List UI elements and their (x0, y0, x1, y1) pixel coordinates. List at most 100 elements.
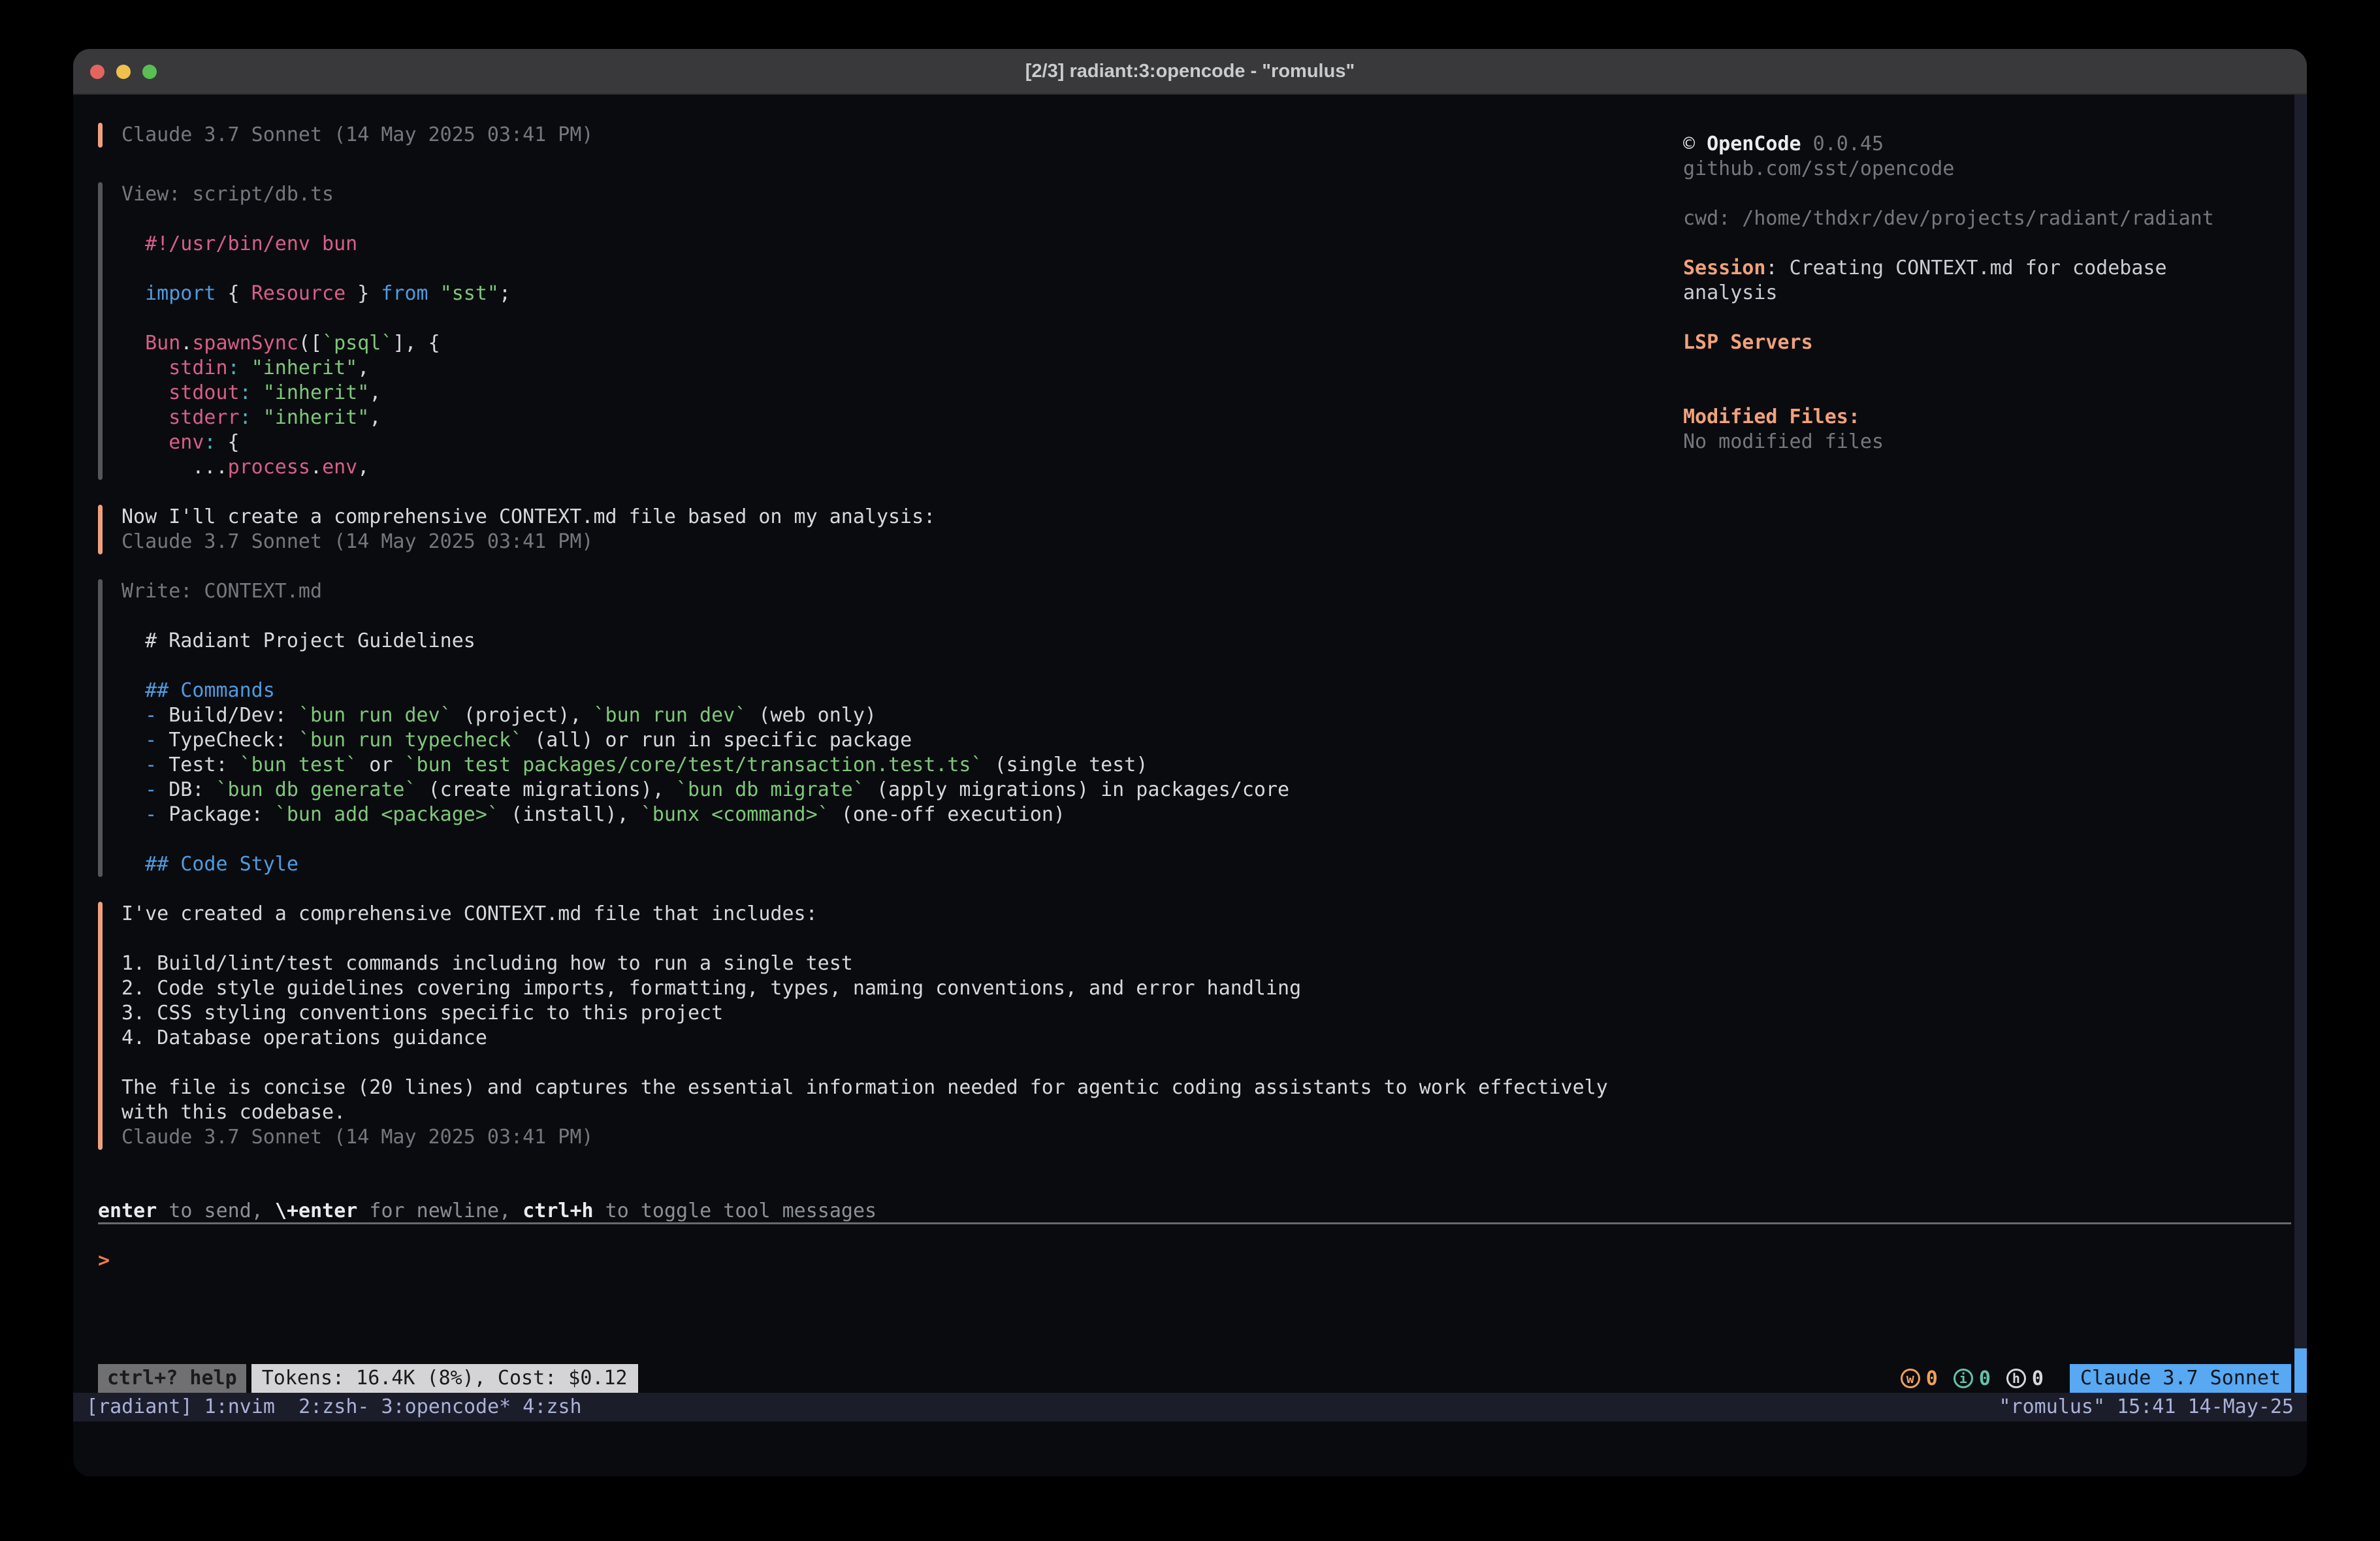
text-line (1683, 380, 2297, 405)
input-separator (98, 1222, 2291, 1224)
text-segment: } (346, 282, 381, 305)
text-segment: Resource (251, 282, 346, 305)
text-line: No modified files (1683, 430, 2297, 454)
text-line (121, 927, 1608, 951)
text-segment: `bunx <command>` (641, 803, 829, 826)
text-segment (121, 357, 169, 379)
warning-icon: w (1901, 1369, 1920, 1388)
text-segment: Claude 3.7 Sonnet (14 May 2025 03:41 PM) (121, 530, 593, 553)
text-segment: import (145, 282, 216, 305)
text-segment (121, 778, 145, 801)
hint-counter: h 0 (2006, 1367, 2044, 1390)
text-segment: (one-off execution) (829, 803, 1065, 826)
text-segment: to toggle tool messages (594, 1199, 876, 1222)
text-segment (121, 282, 145, 305)
tmux-window-3[interactable]: 3:opencode* (370, 1395, 511, 1418)
message-accent-bar (98, 902, 103, 1150)
text-segment: : (204, 431, 216, 454)
text-segment: 0.0.45 (1801, 133, 1884, 155)
tmux-window-1[interactable]: 1:nvim (193, 1395, 275, 1418)
text-segment: - (145, 704, 169, 727)
message-accent-bar (98, 505, 103, 554)
tmux-session-name: [radiant] (86, 1395, 193, 1418)
text-line: I've created a comprehensive CONTEXT.md … (121, 902, 1608, 927)
status-bar: ctrl+? help Tokens: 16.4K (8%), Cost: $0… (98, 1364, 2291, 1393)
text-segment: \+enter (275, 1199, 357, 1222)
text-segment: "inherit" (251, 357, 358, 379)
text-segment: `psql` (322, 332, 393, 355)
text-line: 4. Database operations guidance (121, 1026, 1608, 1051)
text-segment (121, 729, 145, 752)
text-segment: cwd: /home/thdxr/dev/projects/radiant/ra… (1683, 207, 2214, 230)
scrollbar-thumb[interactable] (2294, 1348, 2307, 1393)
chat-transcript[interactable]: Claude 3.7 Sonnet (14 May 2025 03:41 PM)… (98, 123, 1652, 1175)
help-shortcut-badge[interactable]: ctrl+? help (98, 1364, 246, 1393)
text-segment (251, 406, 263, 429)
text-segment: © (1683, 133, 1707, 155)
text-segment: ], { (393, 332, 440, 355)
info-count: 0 (1979, 1367, 1991, 1390)
text-segment: `bun run dev` (298, 704, 452, 727)
text-segment: to send, (157, 1199, 275, 1222)
hint-count: 0 (2032, 1367, 2044, 1390)
text-segment (121, 381, 169, 404)
text-line: The file is concise (20 lines) and captu… (121, 1075, 1608, 1100)
text-line (1683, 355, 2297, 380)
info-counter: i 0 (1954, 1367, 1991, 1390)
text-segment: for newline, (357, 1199, 523, 1222)
message-accent-bar (98, 123, 103, 148)
text-segment: analysis (1683, 281, 1778, 304)
tmux-window-4[interactable]: 4:zsh (511, 1395, 581, 1418)
model-badge[interactable]: Claude 3.7 Sonnet (2070, 1364, 2291, 1393)
tool-view-block: View: script/db.ts #!/usr/bin/env bun im… (98, 182, 1652, 480)
text-segment: # Radiant Project Guidelines (121, 629, 475, 652)
text-segment: Claude 3.7 Sonnet (14 May 2025 03:41 PM) (121, 123, 593, 146)
text-segment: `bun run dev` (594, 704, 747, 727)
text-line: github.com/sst/opencode (1683, 157, 2297, 182)
scrollbar-track[interactable] (2294, 95, 2307, 1393)
tmux-right-status: "romulus" 15:41 14-May-25 (1999, 1393, 2294, 1422)
assistant-message-block: Now I'll create a comprehensive CONTEXT.… (98, 505, 1652, 554)
message-lines: I've created a comprehensive CONTEXT.md … (121, 902, 1608, 1150)
text-line: - DB: `bun db generate` (create migratio… (121, 778, 1289, 802)
text-segment: { (216, 431, 240, 454)
text-segment: env (322, 456, 357, 479)
text-line: Session: Creating CONTEXT.md for codebas… (1683, 256, 2297, 281)
text-segment: The file is concise (20 lines) and captu… (121, 1076, 1608, 1099)
titlebar[interactable]: [2/3] radiant:3:opencode - "romulus" (73, 49, 2307, 95)
text-segment: . (310, 456, 322, 479)
text-segment: Claude 3.7 Sonnet (14 May 2025 03:41 PM) (121, 1126, 593, 1149)
text-line: Now I'll create a comprehensive CONTEXT.… (121, 505, 935, 530)
text-line: ## Code Style (121, 852, 1289, 877)
tool-accent-bar (98, 579, 103, 877)
text-segment: enter (98, 1199, 157, 1222)
text-segment: (all) or run in specific package (523, 729, 912, 752)
text-line: - Build/Dev: `bun run dev` (project), `b… (121, 703, 1289, 728)
text-line: analysis (1683, 281, 2297, 306)
text-segment: (install), (499, 803, 641, 826)
text-segment: Modified Files: (1683, 405, 1860, 428)
text-segment: LSP Servers (1683, 331, 1813, 354)
text-segment: "inherit" (263, 406, 370, 429)
text-line (121, 654, 1289, 678)
prompt-input[interactable]: > (98, 1248, 110, 1273)
text-segment: `bun db generate` (216, 778, 417, 801)
text-segment: Bun (145, 332, 180, 355)
text-line: LSP Servers (1683, 330, 2297, 355)
text-line: Claude 3.7 Sonnet (14 May 2025 03:41 PM) (121, 530, 935, 554)
text-segment: : (240, 406, 251, 429)
text-line (121, 207, 511, 232)
text-segment: stdout (169, 381, 239, 404)
text-segment: TypeCheck: (169, 729, 298, 752)
text-segment: stdin (169, 357, 227, 379)
text-segment: , (357, 357, 369, 379)
prompt-symbol: > (98, 1249, 110, 1272)
text-segment (121, 332, 145, 355)
text-segment: `bun run typecheck` (298, 729, 523, 752)
tmux-window-2[interactable]: 2:zsh- (275, 1395, 370, 1418)
warning-count: 0 (1926, 1367, 1938, 1390)
text-segment: `bun db migrate` (676, 778, 865, 801)
text-line: 1. Build/lint/test commands including ho… (121, 951, 1608, 976)
text-segment: ([ (298, 332, 322, 355)
tool-accent-bar (98, 182, 103, 480)
